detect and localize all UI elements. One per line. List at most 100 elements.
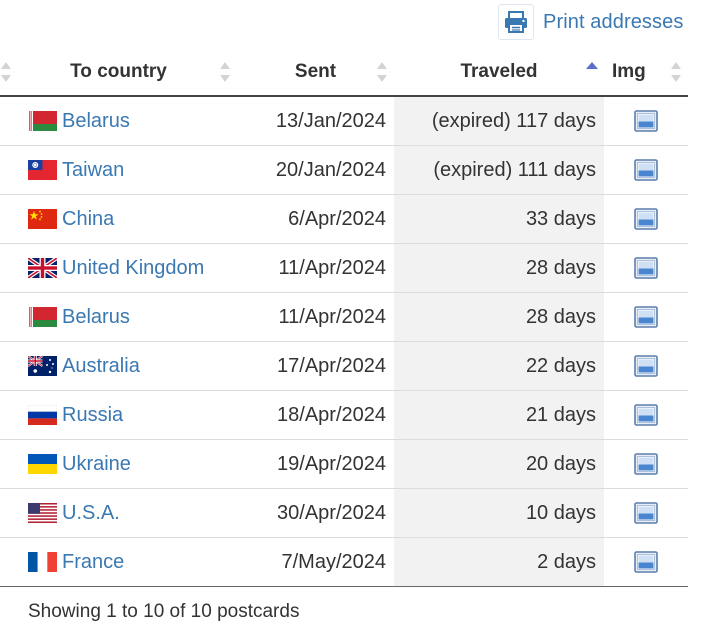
flag-usa-icon: [28, 503, 57, 523]
cell-img: [604, 537, 688, 587]
table-row: Australia 17/Apr/2024 22 days: [0, 341, 688, 391]
sort-both-icon: [219, 59, 231, 85]
print-addresses-label: Print addresses: [543, 10, 684, 33]
flag-taiwan-icon: [28, 160, 57, 180]
flag-belarus-icon: [28, 111, 57, 131]
table-row: Belarus 11/Apr/2024 28 days: [0, 292, 688, 342]
table-row: China 6/Apr/2024 33 days: [0, 194, 688, 244]
cell-sent: 19/Apr/2024: [237, 439, 394, 489]
sort-both-icon: [0, 59, 12, 85]
table-row: France 7/May/2024 2 days: [0, 537, 688, 587]
cell-country: U.S.A.: [0, 488, 237, 538]
cell-traveled: 28 days: [394, 243, 604, 293]
flag-france-icon: [28, 552, 57, 572]
cell-traveled: 22 days: [394, 341, 604, 391]
column-label-traveled: Traveled: [460, 60, 538, 82]
cell-sent: 6/Apr/2024: [237, 194, 394, 244]
cell-sent: 18/Apr/2024: [237, 390, 394, 440]
image-icon[interactable]: [634, 208, 658, 231]
flag-ukraine-icon: [28, 454, 57, 474]
cell-country: Belarus: [0, 96, 237, 146]
cell-country: Russia: [0, 390, 237, 440]
cell-img: [604, 145, 688, 195]
country-link[interactable]: China: [62, 208, 114, 231]
cell-img: [604, 488, 688, 538]
printer-icon: [498, 4, 534, 40]
column-label-sent: Sent: [294, 60, 337, 82]
cell-img: [604, 292, 688, 342]
country-link[interactable]: Ukraine: [62, 453, 131, 476]
cell-sent: 7/May/2024: [237, 537, 394, 587]
postcards-table: To country Sent Traveled Img Belarus 13/…: [0, 48, 688, 587]
cell-country: China: [0, 194, 237, 244]
image-icon[interactable]: [634, 306, 658, 329]
cell-traveled: (expired) 111 days: [394, 145, 604, 195]
cell-traveled: 2 days: [394, 537, 604, 587]
column-label-img: Img: [612, 60, 646, 82]
country-link[interactable]: France: [62, 551, 124, 574]
country-link[interactable]: Taiwan: [62, 159, 124, 182]
cell-traveled: (expired) 117 days: [394, 96, 604, 146]
flag-china-icon: [28, 209, 57, 229]
cell-traveled: 28 days: [394, 292, 604, 342]
table-row: Russia 18/Apr/2024 21 days: [0, 390, 688, 440]
print-addresses-button[interactable]: Print addresses: [498, 4, 683, 40]
flag-belarus-icon: [28, 307, 57, 327]
cell-sent: 20/Jan/2024: [237, 145, 394, 195]
table-row: Belarus 13/Jan/2024 (expired) 117 days: [0, 96, 688, 146]
image-icon[interactable]: [634, 110, 658, 133]
table-info-text: Showing 1 to 10 of 10 postcards: [28, 601, 300, 622]
country-link[interactable]: Belarus: [62, 110, 130, 133]
cell-img: [604, 341, 688, 391]
image-icon[interactable]: [634, 502, 658, 525]
cell-traveled: 21 days: [394, 390, 604, 440]
country-link[interactable]: Australia: [62, 355, 140, 378]
cell-sent: 17/Apr/2024: [237, 341, 394, 391]
cell-country: United Kingdom: [0, 243, 237, 293]
cell-traveled: 10 days: [394, 488, 604, 538]
cell-sent: 30/Apr/2024: [237, 488, 394, 538]
table-row: U.S.A. 30/Apr/2024 10 days: [0, 488, 688, 538]
table-header-row: To country Sent Traveled Img: [0, 48, 688, 97]
column-header-sent[interactable]: Sent: [237, 48, 394, 97]
toolbar: Print addresses: [0, 0, 717, 46]
flag-australia-icon: [28, 356, 57, 376]
country-link[interactable]: Belarus: [62, 306, 130, 329]
image-icon[interactable]: [634, 453, 658, 476]
cell-country: Australia: [0, 341, 237, 391]
column-header-traveled[interactable]: Traveled: [394, 48, 604, 97]
cell-img: [604, 96, 688, 146]
sort-ascending-icon: [586, 59, 598, 85]
cell-img: [604, 194, 688, 244]
cell-country: Ukraine: [0, 439, 237, 489]
table-row: United Kingdom 11/Apr/2024 28 days: [0, 243, 688, 293]
cell-img: [604, 439, 688, 489]
image-icon[interactable]: [634, 404, 658, 427]
column-header-img[interactable]: Img: [604, 48, 688, 97]
country-link[interactable]: Russia: [62, 404, 123, 427]
cell-country: Taiwan: [0, 145, 237, 195]
image-icon[interactable]: [634, 257, 658, 280]
image-icon[interactable]: [634, 551, 658, 574]
country-link[interactable]: United Kingdom: [62, 257, 204, 280]
flag-russia-icon: [28, 405, 57, 425]
image-icon[interactable]: [634, 159, 658, 182]
image-icon[interactable]: [634, 355, 658, 378]
cell-country: France: [0, 537, 237, 587]
sort-both-icon: [670, 59, 682, 85]
cell-traveled: 33 days: [394, 194, 604, 244]
sort-both-icon: [376, 59, 388, 85]
cell-sent: 11/Apr/2024: [237, 292, 394, 342]
flag-uk-icon: [28, 258, 57, 278]
cell-traveled: 20 days: [394, 439, 604, 489]
table-body: Belarus 13/Jan/2024 (expired) 117 days T…: [0, 96, 688, 587]
cell-sent: 13/Jan/2024: [237, 96, 394, 146]
column-label-country: To country: [70, 60, 167, 82]
country-link[interactable]: U.S.A.: [62, 502, 120, 525]
table-row: Ukraine 19/Apr/2024 20 days: [0, 439, 688, 489]
cell-img: [604, 390, 688, 440]
cell-country: Belarus: [0, 292, 237, 342]
cell-img: [604, 243, 688, 293]
table-row: Taiwan 20/Jan/2024 (expired) 111 days: [0, 145, 688, 195]
column-header-country[interactable]: To country: [0, 48, 237, 97]
